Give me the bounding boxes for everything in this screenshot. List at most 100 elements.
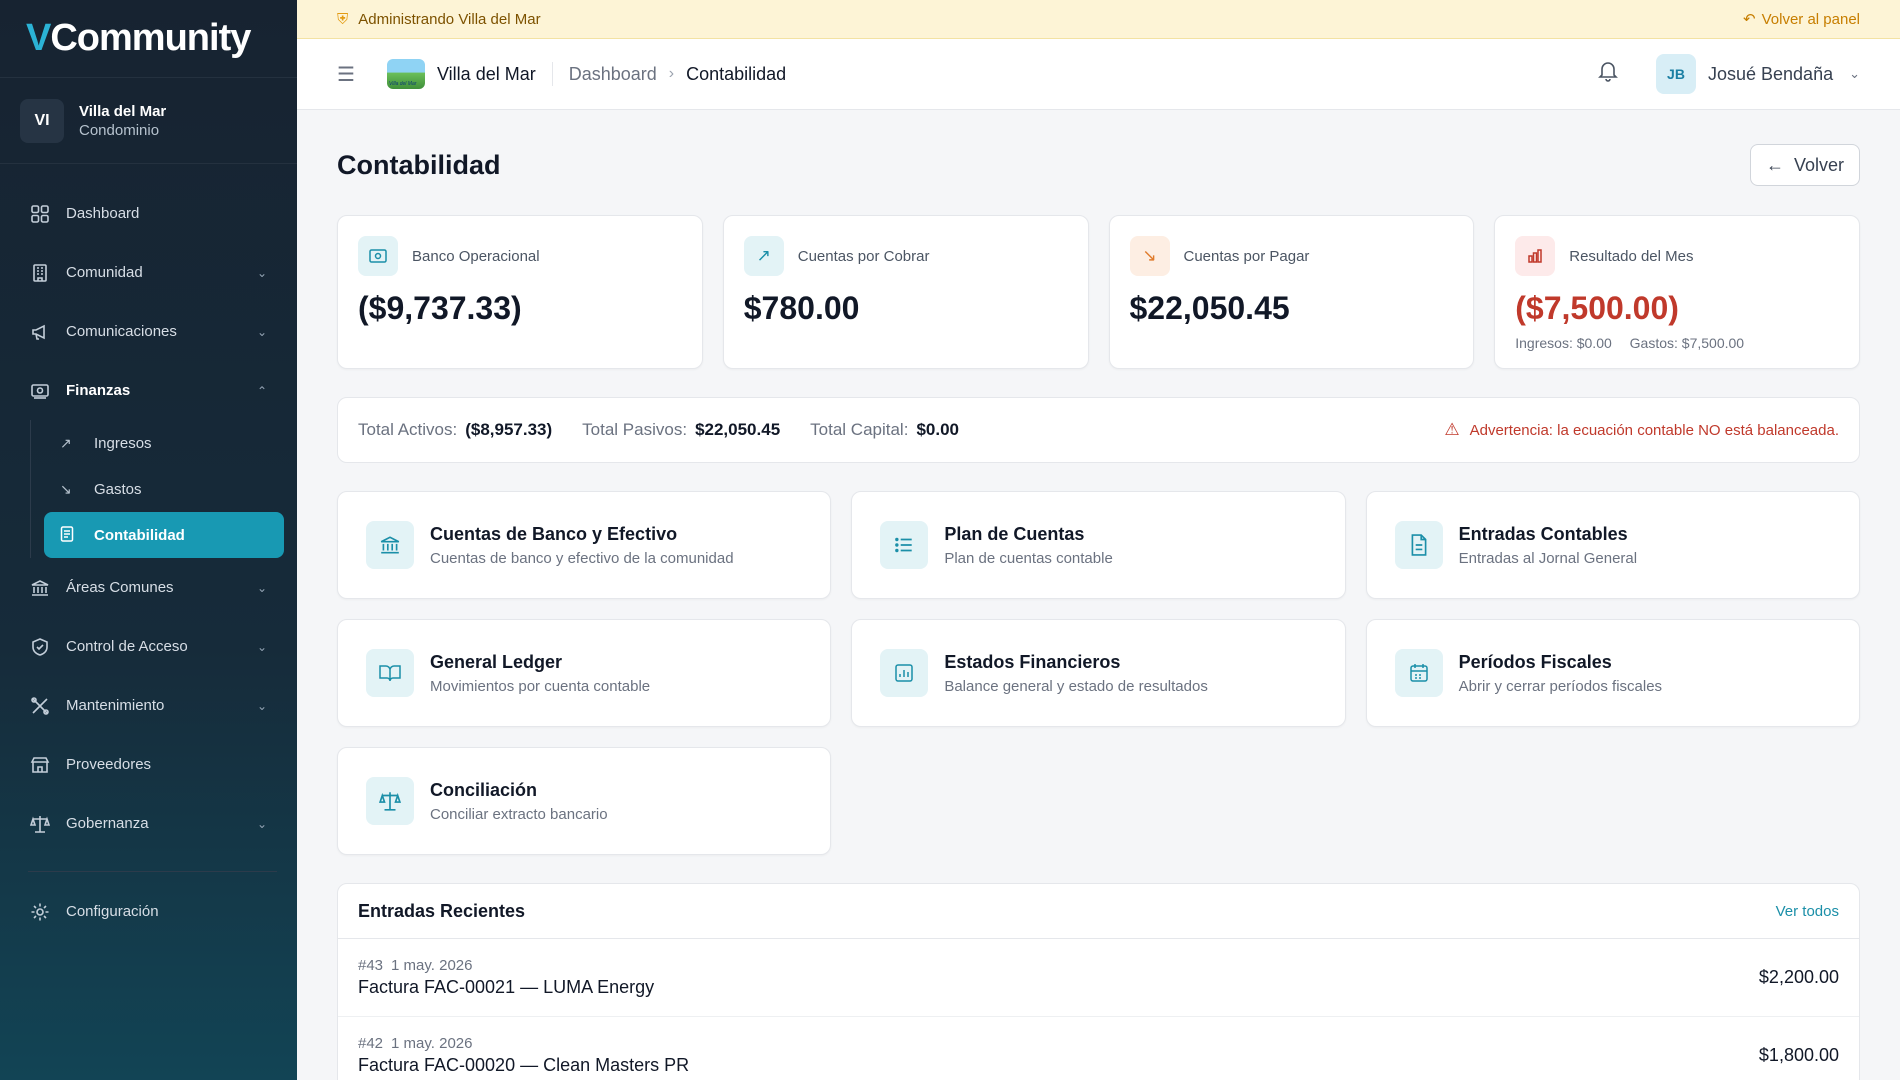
sidebar-subitem-ingresos[interactable]: ↗ Ingresos: [44, 420, 284, 466]
sidebar-item-dashboard[interactable]: Dashboard: [0, 184, 297, 243]
total-activos-label: Total Activos:: [358, 420, 458, 439]
community-name: Villa del Mar: [79, 102, 167, 120]
bank-icon: [366, 521, 414, 569]
sidebar-item-comunidad[interactable]: Comunidad ⌄: [0, 243, 297, 302]
stat-subtext: Ingresos: $0.00 Gastos: $7,500.00: [1515, 335, 1839, 351]
user-avatar[interactable]: JB: [1655, 54, 1696, 94]
card-description: Entradas al Jornal General: [1458, 549, 1638, 567]
card-periodos-fiscales[interactable]: Períodos Fiscales Abrir y cerrar período…: [1365, 619, 1860, 727]
entry-number: #42: [358, 1035, 384, 1052]
calendar-icon: [1394, 649, 1443, 697]
chevron-down-icon: ⌄: [256, 265, 267, 280]
building-icon: [28, 261, 52, 285]
stat-label: Cuentas por Pagar: [1183, 247, 1310, 265]
card-entradas-contables[interactable]: Entradas Contables Entradas al Jornal Ge…: [1365, 491, 1860, 599]
card-title: Estados Financieros: [944, 651, 1121, 672]
list-icon: [880, 521, 929, 569]
community-switcher[interactable]: VI Villa del Mar Condominio: [0, 78, 297, 164]
admin-banner-text: Administrando Villa del Mar: [358, 10, 541, 28]
sidebar-item-label: Gobernanza: [66, 815, 149, 832]
total-capital-value: $0.00: [916, 420, 959, 439]
sidebar-subitem-label: Ingresos: [94, 434, 152, 452]
entry-date: 1 may. 2026: [391, 957, 473, 974]
trending-up-icon: ↗: [60, 434, 72, 451]
megaphone-icon: [28, 320, 52, 344]
sidebar-subitem-label: Gastos: [94, 480, 142, 498]
stat-value: ($9,737.33): [358, 290, 522, 326]
sidebar-item-mantenimiento[interactable]: Mantenimiento ⌄: [0, 676, 297, 735]
card-title: Entradas Contables: [1458, 523, 1628, 544]
chevron-down-icon[interactable]: ⌄: [1849, 66, 1860, 82]
sidebar-item-label: Mantenimiento: [66, 697, 165, 714]
sidebar-subitem-label: Contabilidad: [94, 526, 185, 544]
card-conciliacion[interactable]: Conciliación Conciliar extracto bancario: [337, 747, 832, 855]
sidebar-item-label: Comunicaciones: [66, 323, 177, 340]
stats-row: Banco Operacional ($9,737.33) ↗ Cuentas …: [337, 215, 1860, 369]
card-title: Períodos Fiscales: [1458, 651, 1612, 672]
card-cuentas-banco[interactable]: Cuentas de Banco y Efectivo Cuentas de b…: [337, 491, 832, 599]
breadcrumb-dashboard[interactable]: Dashboard: [569, 64, 657, 85]
menu-icon[interactable]: ☰: [337, 62, 361, 87]
community-logo: [387, 59, 425, 89]
scale-icon: [28, 812, 52, 836]
trending-up-icon: ↗: [743, 236, 784, 276]
sidebar-item-label: Finanzas: [66, 382, 131, 399]
sidebar-nav: Dashboard Comunidad ⌄ Comunicaciones ⌄ F…: [0, 164, 297, 941]
ingresos-value: Ingresos: $0.00: [1515, 335, 1612, 351]
undo-arrow-icon: ↶: [1743, 11, 1756, 28]
user-name[interactable]: Josué Bendaña: [1708, 64, 1833, 85]
entry-amount: $2,200.00: [1758, 967, 1839, 987]
ver-todos-link[interactable]: Ver todos: [1776, 903, 1839, 920]
chevron-right-icon: ›: [668, 65, 675, 82]
list-item[interactable]: #43 1 may. 2026 Factura FAC-00021 — LUMA …: [338, 939, 1859, 1017]
card-description: Abrir y cerrar períodos fiscales: [1458, 677, 1663, 695]
card-title: General Ledger: [430, 651, 563, 672]
card-general-ledger[interactable]: General Ledger Movimientos por cuenta co…: [337, 619, 832, 727]
chevron-down-icon: ⌄: [256, 816, 267, 831]
bar-chart-icon: [1515, 236, 1556, 276]
chevron-down-icon: ⌄: [256, 324, 267, 339]
stat-cuentas-por-pagar: ↘ Cuentas por Pagar $22,050.45: [1108, 215, 1475, 369]
bell-icon[interactable]: [1598, 60, 1618, 88]
sidebar-subitem-contabilidad[interactable]: Contabilidad: [44, 512, 284, 558]
sidebar-item-areas-comunes[interactable]: Áreas Comunes ⌄: [0, 558, 297, 617]
total-capital-label: Total Capital:: [810, 420, 909, 439]
sidebar-item-configuracion[interactable]: Configuración: [0, 882, 297, 941]
sidebar-item-comunicaciones[interactable]: Comunicaciones ⌄: [0, 302, 297, 361]
sidebar-item-gobernanza[interactable]: Gobernanza ⌄: [0, 794, 297, 853]
stat-value: $22,050.45: [1129, 290, 1290, 326]
grid-icon: [28, 202, 52, 226]
sidebar-item-label: Control de Acceso: [66, 638, 188, 655]
sidebar-item-label: Dashboard: [66, 205, 140, 222]
total-activos-value: ($8,957.33): [465, 420, 553, 439]
topbar: ☰ Villa del Mar Dashboard › Contabilidad…: [297, 39, 1900, 110]
card-plan-cuentas[interactable]: Plan de Cuentas Plan de cuentas contable: [851, 491, 1346, 599]
admin-banner: ⛨ Administrando Villa del Mar ↶ Volver a…: [297, 0, 1900, 39]
entry-description: Factura FAC-00020 — Clean Masters PR: [358, 1055, 690, 1075]
stat-cuentas-por-cobrar: ↗ Cuentas por Cobrar $780.00: [722, 215, 1089, 369]
app-logo[interactable]: VCommunity: [26, 17, 251, 60]
card-description: Cuentas de banco y efectivo de la comuni…: [430, 549, 734, 567]
arrow-left-icon: ←: [1765, 154, 1784, 175]
sidebar-item-control-acceso[interactable]: Control de Acceso ⌄: [0, 617, 297, 676]
list-item[interactable]: #42 1 may. 2026 Factura FAC-00020 — Clean…: [338, 1017, 1859, 1080]
topbar-community-name: Villa del Mar: [437, 63, 536, 84]
stat-label: Cuentas por Cobrar: [797, 247, 930, 265]
stat-resultado-mes: Resultado del Mes ($7,500.00) Ingresos: …: [1494, 215, 1860, 369]
file-text-icon: [1394, 521, 1443, 569]
scale-icon: [366, 777, 414, 825]
sidebar-item-proveedores[interactable]: Proveedores: [0, 735, 297, 794]
back-to-panel-link[interactable]: ↶ Volver al panel: [1743, 10, 1860, 29]
tools-icon: [28, 694, 52, 718]
card-estados-financieros[interactable]: Estados Financieros Balance general y es…: [851, 619, 1346, 727]
module-cards: Cuentas de Banco y Efectivo Cuentas de b…: [337, 491, 1860, 855]
back-button[interactable]: ← Volver: [1749, 144, 1860, 186]
sidebar-item-finanzas[interactable]: Finanzas ⌃: [0, 361, 297, 420]
sidebar-item-label: Configuración: [66, 903, 159, 920]
gear-icon: [28, 900, 52, 924]
shield-icon: ⛨: [337, 10, 349, 28]
entry-amount: $1,800.00: [1758, 1045, 1839, 1065]
sidebar-item-label: Áreas Comunes: [66, 579, 174, 596]
sidebar-subitem-gastos[interactable]: ↘ Gastos: [44, 466, 284, 512]
recent-entries-title: Entradas Recientes: [358, 900, 526, 921]
